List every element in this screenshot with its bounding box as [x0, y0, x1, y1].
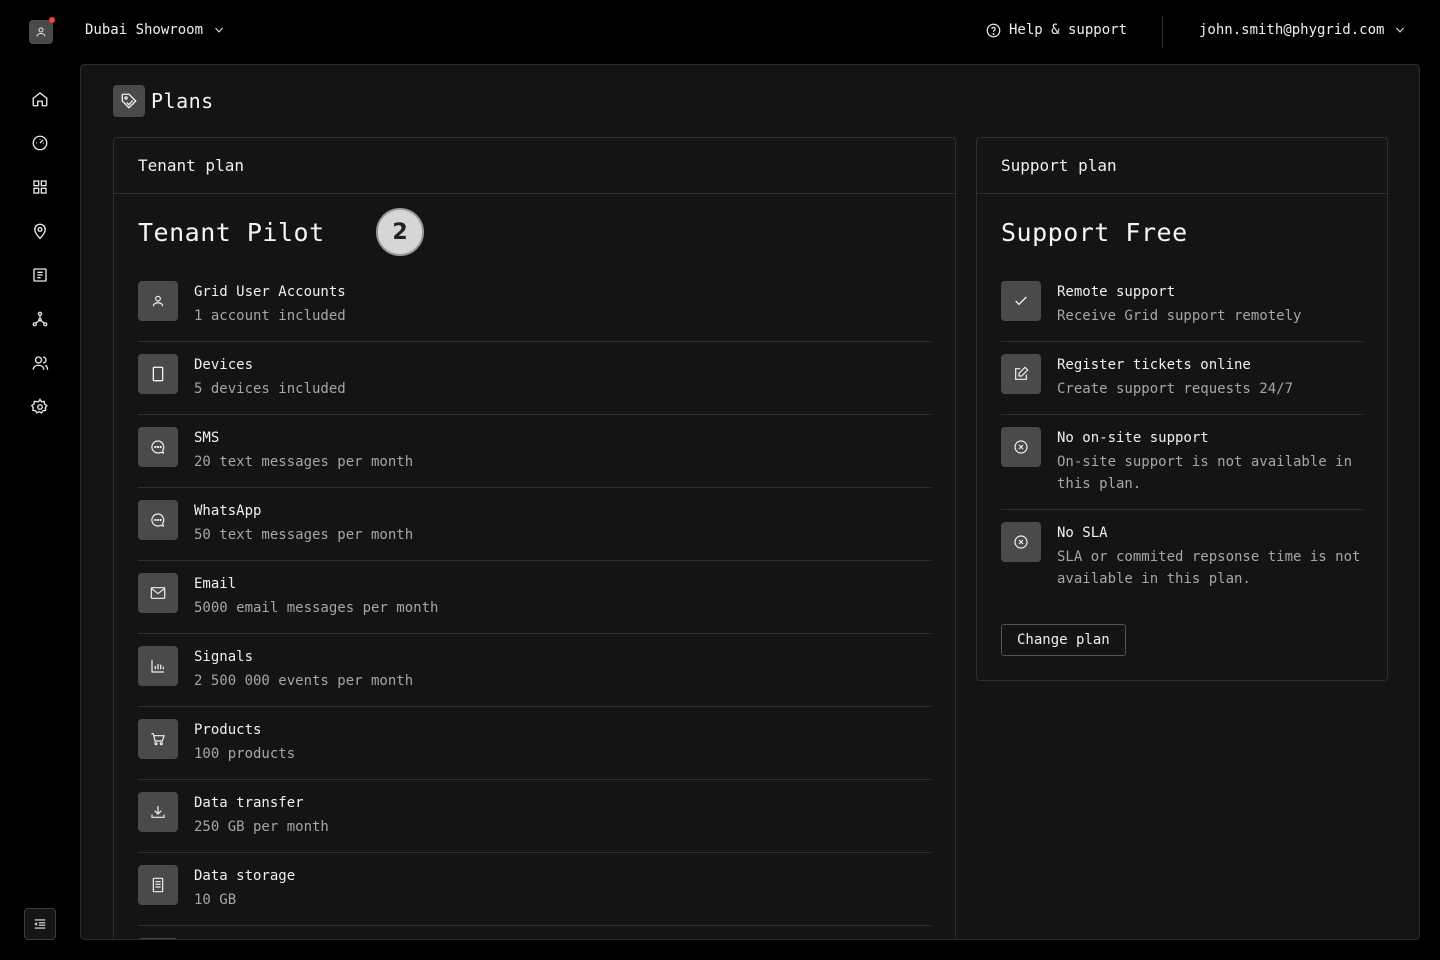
help-support-link[interactable]: Help & support [986, 22, 1127, 38]
help-label: Help & support [1009, 22, 1128, 38]
tag-icon [113, 85, 145, 117]
chevron-down-icon [213, 24, 225, 36]
feature-title: Grid User Accounts [194, 284, 346, 300]
feature-title: Remote support [1057, 284, 1176, 300]
feature-title: Email [194, 576, 237, 592]
network-icon[interactable] [30, 309, 50, 329]
cart-icon [138, 719, 178, 759]
divider [1162, 16, 1163, 48]
download-icon [138, 792, 178, 832]
list-item: No SLA SLA or commited repsonse time is … [1001, 510, 1363, 604]
user-menu[interactable]: john.smith@phygrid.com [1199, 22, 1406, 38]
feature-desc: Create support requests 24/7 [1057, 381, 1294, 397]
support-plan-name: Support Free [1001, 218, 1188, 247]
collapse-sidebar-button[interactable] [24, 908, 56, 940]
support-plan-header: Support plan [977, 138, 1387, 194]
partial-icon [138, 938, 178, 939]
list-icon[interactable] [30, 265, 50, 285]
location-icon[interactable] [30, 221, 50, 241]
sidebar [0, 64, 80, 960]
list-item: Signals 2 500 000 events per month [138, 634, 931, 707]
list-item: Register tickets online Create support r… [1001, 342, 1363, 415]
feature-title: Products [194, 722, 262, 738]
feature-title: Register tickets online [1057, 357, 1251, 373]
tenant-plan-header: Tenant plan [114, 138, 955, 194]
notification-dot [49, 17, 55, 23]
list-item: No on-site support On-site support is no… [1001, 415, 1363, 510]
feature-desc: 5 devices included [194, 381, 346, 397]
feature-title: WhatsApp [194, 503, 262, 519]
home-icon[interactable] [30, 89, 50, 109]
feature-desc: 250 GB per month [194, 819, 329, 835]
feature-title: Data storage [194, 868, 296, 884]
account-avatar-button[interactable] [29, 17, 55, 44]
chat-icon [138, 500, 178, 540]
list-item: Products 100 products [138, 707, 931, 780]
edit-icon [1001, 354, 1041, 394]
feature-desc: 2 500 000 events per month [194, 673, 414, 689]
list-item: WhatsApp 50 text messages per month [138, 488, 931, 561]
feature-desc: 1 account included [194, 308, 346, 324]
step-badge: 2 [376, 208, 424, 256]
list-item: SMS 20 text messages per month [138, 415, 931, 488]
support-feature-list: Remote support Receive Grid support remo… [1001, 281, 1363, 604]
user-icon [138, 281, 178, 321]
feature-desc: Receive Grid support remotely [1057, 308, 1302, 324]
mail-icon [138, 573, 178, 613]
dashboard-icon[interactable] [30, 133, 50, 153]
tenant-feature-list: Grid User Accounts 1 account included De… [138, 281, 931, 939]
feature-desc: 5000 email messages per month [194, 600, 439, 616]
feature-title: No SLA [1057, 525, 1108, 541]
list-item: Remote support Receive Grid support remo… [1001, 281, 1363, 342]
chevron-down-icon [1394, 24, 1406, 36]
x-circle-icon [1001, 427, 1041, 467]
list-item: Data transfer 250 GB per month [138, 780, 931, 853]
feature-desc: On-site support is not available in this… [1057, 454, 1353, 492]
page-header: Plans [113, 85, 214, 117]
list-item: Email 5000 email messages per month [138, 561, 931, 634]
support-plan-card: Support plan Support Free Remote support… [976, 137, 1388, 681]
user-icon [35, 26, 47, 38]
storage-icon [138, 865, 178, 905]
tenant-plan-card: Tenant plan Tenant Pilot 2 Grid User Acc… [113, 137, 956, 939]
list-item: Devices 5 devices included [138, 342, 931, 415]
user-email: john.smith@phygrid.com [1199, 22, 1385, 38]
feature-desc: 20 text messages per month [194, 454, 414, 470]
users-icon[interactable] [30, 353, 50, 373]
feature-title: No on-site support [1057, 430, 1209, 446]
feature-title: SMS [194, 430, 220, 446]
feature-desc: 50 text messages per month [194, 527, 414, 543]
list-item: Grid User Accounts 1 account included [138, 281, 931, 342]
device-icon [138, 354, 178, 394]
list-item [138, 926, 931, 939]
list-item: Data storage 10 GB [138, 853, 931, 926]
change-plan-button[interactable]: Change plan [1001, 624, 1126, 656]
chat-icon [138, 427, 178, 467]
help-circle-icon [986, 23, 1001, 38]
workspace-name: Dubai Showroom [85, 22, 204, 38]
tenant-plan-name: Tenant Pilot [138, 218, 325, 247]
x-circle-icon [1001, 522, 1041, 562]
menu-collapse-icon [33, 917, 47, 931]
workspace-selector[interactable]: Dubai Showroom [85, 22, 225, 38]
main-panel: Plans Tenant plan Tenant Pilot 2 Grid Us… [80, 64, 1420, 940]
page-title: Plans [151, 89, 214, 113]
feature-title: Devices [194, 357, 254, 373]
feature-desc: 10 GB [194, 892, 237, 908]
feature-title: Data transfer [194, 795, 304, 811]
apps-icon[interactable] [30, 177, 50, 197]
check-icon [1001, 281, 1041, 321]
settings-icon[interactable] [30, 397, 50, 417]
feature-title: Signals [194, 649, 254, 665]
feature-desc: SLA or commited repsonse time is not ava… [1057, 549, 1361, 587]
chart-icon [138, 646, 178, 686]
feature-desc: 100 products [194, 746, 296, 762]
top-bar: Dubai Showroom Help & support john.smith… [0, 0, 1440, 64]
